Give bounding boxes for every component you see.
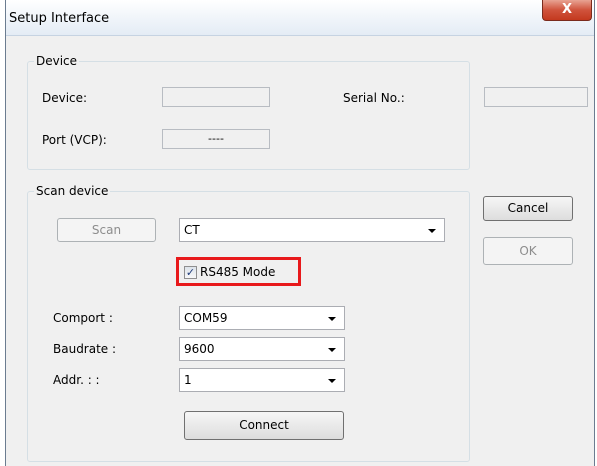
rs485-label[interactable]: RS485 Mode bbox=[200, 265, 275, 279]
chevron-down-icon bbox=[328, 317, 336, 321]
chevron-down-icon bbox=[328, 379, 336, 383]
connect-button[interactable]: Connect bbox=[184, 411, 344, 440]
port-label: Port (VCP): bbox=[42, 133, 107, 147]
comport-value: COM59 bbox=[184, 311, 228, 325]
serial-number-label: Serial No.: bbox=[343, 91, 405, 105]
baudrate-select[interactable]: 9600 bbox=[179, 337, 345, 361]
cancel-button[interactable]: Cancel bbox=[483, 196, 573, 221]
ok-button[interactable]: OK bbox=[483, 237, 573, 265]
serial-number-field bbox=[484, 87, 588, 107]
rs485-highlight-box: ✓ RS485 Mode bbox=[176, 257, 301, 286]
device-field bbox=[162, 87, 270, 107]
baudrate-label: Baudrate : bbox=[53, 342, 117, 356]
scan-device-group-legend: Scan device bbox=[36, 184, 109, 198]
address-select[interactable]: 1 bbox=[179, 368, 345, 392]
close-icon: X bbox=[561, 2, 573, 17]
chevron-down-icon bbox=[428, 229, 436, 233]
device-group: Device bbox=[27, 54, 470, 170]
checkmark-icon: ✓ bbox=[185, 266, 196, 279]
device-group-legend: Device bbox=[36, 54, 78, 68]
comport-label: Comport : bbox=[53, 311, 113, 325]
device-label: Device: bbox=[42, 91, 88, 105]
device-type-value: CT bbox=[184, 223, 200, 237]
dialog-client-area: Device Device: Serial No.: Port (VCP): -… bbox=[6, 36, 594, 466]
rs485-checkbox[interactable]: ✓ bbox=[184, 266, 197, 279]
window-title: Setup Interface bbox=[9, 11, 110, 26]
chevron-down-icon bbox=[328, 348, 336, 352]
address-label: Addr. : : bbox=[53, 373, 100, 387]
setup-interface-window: Setup Interface X Device Device: Serial … bbox=[5, 0, 595, 466]
title-bar[interactable]: Setup Interface X bbox=[6, 0, 594, 36]
device-type-select[interactable]: CT bbox=[179, 218, 445, 242]
port-field: ---- bbox=[162, 129, 270, 149]
comport-select[interactable]: COM59 bbox=[179, 306, 345, 330]
address-value: 1 bbox=[184, 373, 192, 387]
close-button[interactable]: X bbox=[542, 0, 592, 21]
scan-button[interactable]: Scan bbox=[57, 218, 156, 242]
baudrate-value: 9600 bbox=[184, 342, 215, 356]
